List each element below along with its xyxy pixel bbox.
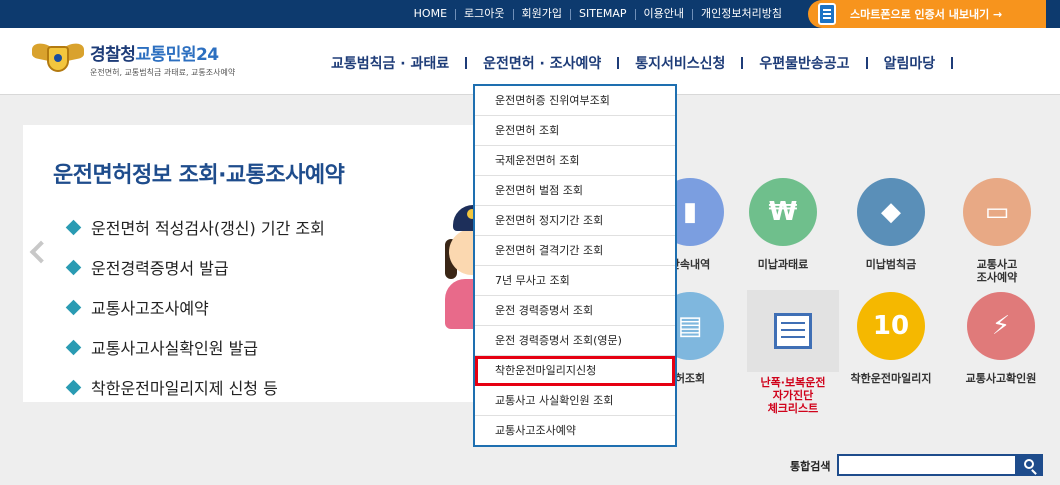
menu-item-intl-license[interactable]: 국제운전면허 조회 (475, 146, 675, 176)
smartphone-icon (818, 3, 836, 25)
nav-notice[interactable]: 알림마당 (875, 53, 945, 73)
nav-divider (741, 57, 744, 69)
menu-item-accident-reservation[interactable]: 교통사고조사예약 (475, 416, 675, 446)
nav-divider (865, 57, 868, 69)
service-label: 미납과태료 (757, 258, 809, 271)
diamond-bullet-icon (65, 299, 82, 315)
nav-notification-service[interactable]: 통지서비스신청 (626, 53, 734, 73)
logout-link[interactable]: 로그아웃 (456, 0, 512, 28)
list-item[interactable]: 교통사고조사예약 (65, 287, 325, 327)
nav-divider (465, 57, 468, 69)
nav-fines[interactable]: 교통범칙금 · 과태료 (322, 53, 458, 73)
utility-links: HOME 로그아웃 회원가입 SITEMAP 이용안내 개인정보처리방침 (406, 0, 790, 28)
license-submenu-dropdown: 운전면허증 진위여부조회 운전면허 조회 국제운전면허 조회 운전면허 벌점 조… (473, 84, 677, 447)
diamond-bullet-icon (65, 339, 82, 355)
menu-item-seven-year-safe[interactable]: 7년 무사고 조회 (475, 266, 675, 296)
menu-item-driving-record-en[interactable]: 운전 경력증명서 조회(영문) (475, 326, 675, 356)
menu-item-mileage-application[interactable]: 착한운전마일리지신청 (475, 356, 675, 386)
list-item[interactable]: 착한운전마일리지제 신청 등 (65, 367, 325, 402)
service-accident-reservation[interactable]: ▭ 교통사고 조사예약 (942, 178, 1052, 284)
nav-license-reservation[interactable]: 운전면허 · 조사예약 (474, 53, 610, 73)
guide-link[interactable]: 이용안내 (636, 0, 692, 28)
privacy-policy-link[interactable]: 개인정보처리방침 (693, 0, 790, 28)
smart-banner-label: 스마트폰으로 인증서 내보내기 → (850, 8, 1003, 21)
panel-service-list: 운전면허 적성검사(갱신) 기간 조회 운전경력증명서 발급 교통사고조사예약 … (65, 207, 325, 402)
logo-subtitle: 운전면허, 교통범칙금 과태료, 교통조사예약 (90, 68, 236, 77)
site-logo[interactable]: 경찰청교통민원24 운전면허, 교통범칙금 과태료, 교통조사예약 (32, 40, 235, 78)
main-navigation: 교통범칙금 · 과태료 운전면허 · 조사예약 통지서비스신청 우편물반송공고 … (322, 53, 960, 73)
service-accident-certificate[interactable]: ⚡ 교통사고확인원 (946, 292, 1056, 385)
service-label: 난폭·보복운전 자가진단 체크리스트 (760, 376, 826, 415)
nav-divider (951, 57, 954, 69)
menu-item-license-verification[interactable]: 운전면허증 진위여부조회 (475, 86, 675, 116)
menu-item-license-lookup[interactable]: 운전면허 조회 (475, 116, 675, 146)
police-emblem-icon (32, 40, 84, 74)
panel-title: 운전면허정보 조회·교통조사예약 (53, 163, 345, 188)
service-label: 착한운전마일리지 (850, 372, 932, 385)
money-icon: ₩ (749, 178, 817, 246)
top-utility-bar: HOME 로그아웃 회원가입 SITEMAP 이용안내 개인정보처리방침 스마트… (0, 0, 1060, 28)
menu-item-accident-certificate[interactable]: 교통사고 사실확인원 조회 (475, 386, 675, 416)
service-label: 미납범칙금 (865, 258, 917, 271)
diamond-bullet-icon (65, 219, 82, 235)
signup-link[interactable]: 회원가입 (514, 0, 570, 28)
license-info-panel: 운전면허정보 조회·교통조사예약 운전면허 적성검사(갱신) 기간 조회 운전경… (23, 125, 488, 402)
nav-returned-mail[interactable]: 우편물반송공고 (750, 53, 858, 73)
service-unpaid-fine[interactable]: ◆ 미납범칙금 (836, 178, 946, 271)
search-button[interactable] (1017, 454, 1043, 476)
computer-icon: ▭ (963, 178, 1031, 246)
service-unpaid-penalty[interactable]: ₩ 미납과태료 (728, 178, 838, 271)
service-label: 교통사고확인원 (965, 372, 1037, 385)
menu-item-penalty-points[interactable]: 운전면허 벌점 조회 (475, 176, 675, 206)
accident-icon: ⚡ (967, 292, 1035, 360)
mileage-icon: 10 (857, 292, 925, 360)
diamond-bullet-icon (65, 259, 82, 275)
search-icon (1024, 459, 1034, 469)
smartphone-cert-export-button[interactable]: 스마트폰으로 인증서 내보내기 → (808, 0, 1046, 28)
checklist-icon (747, 290, 839, 372)
search-input[interactable] (837, 454, 1017, 476)
list-item[interactable]: 운전면허 적성검사(갱신) 기간 조회 (65, 207, 325, 247)
list-item[interactable]: 운전경력증명서 발급 (65, 247, 325, 287)
menu-item-disqualification-period[interactable]: 운전면허 결격기간 조회 (475, 236, 675, 266)
service-label: 교통사고 조사예약 (976, 258, 1018, 284)
service-reckless-driving-checklist[interactable]: 난폭·보복운전 자가진단 체크리스트 (738, 290, 848, 415)
warning-icon: ◆ (857, 178, 925, 246)
menu-item-suspension-period[interactable]: 운전면허 정지기간 조회 (475, 206, 675, 236)
nav-divider (617, 57, 620, 69)
service-good-driving-mileage[interactable]: 10 착한운전마일리지 (836, 292, 946, 385)
search-label: 통합검색 (790, 460, 831, 473)
list-item[interactable]: 교통사고사실확인원 발급 (65, 327, 325, 367)
menu-item-driving-record[interactable]: 운전 경력증명서 조회 (475, 296, 675, 326)
diamond-bullet-icon (65, 379, 82, 395)
sitemap-link[interactable]: SITEMAP (571, 0, 635, 28)
home-link[interactable]: HOME (406, 0, 455, 28)
logo-title: 경찰청교통민원24 (90, 45, 219, 65)
